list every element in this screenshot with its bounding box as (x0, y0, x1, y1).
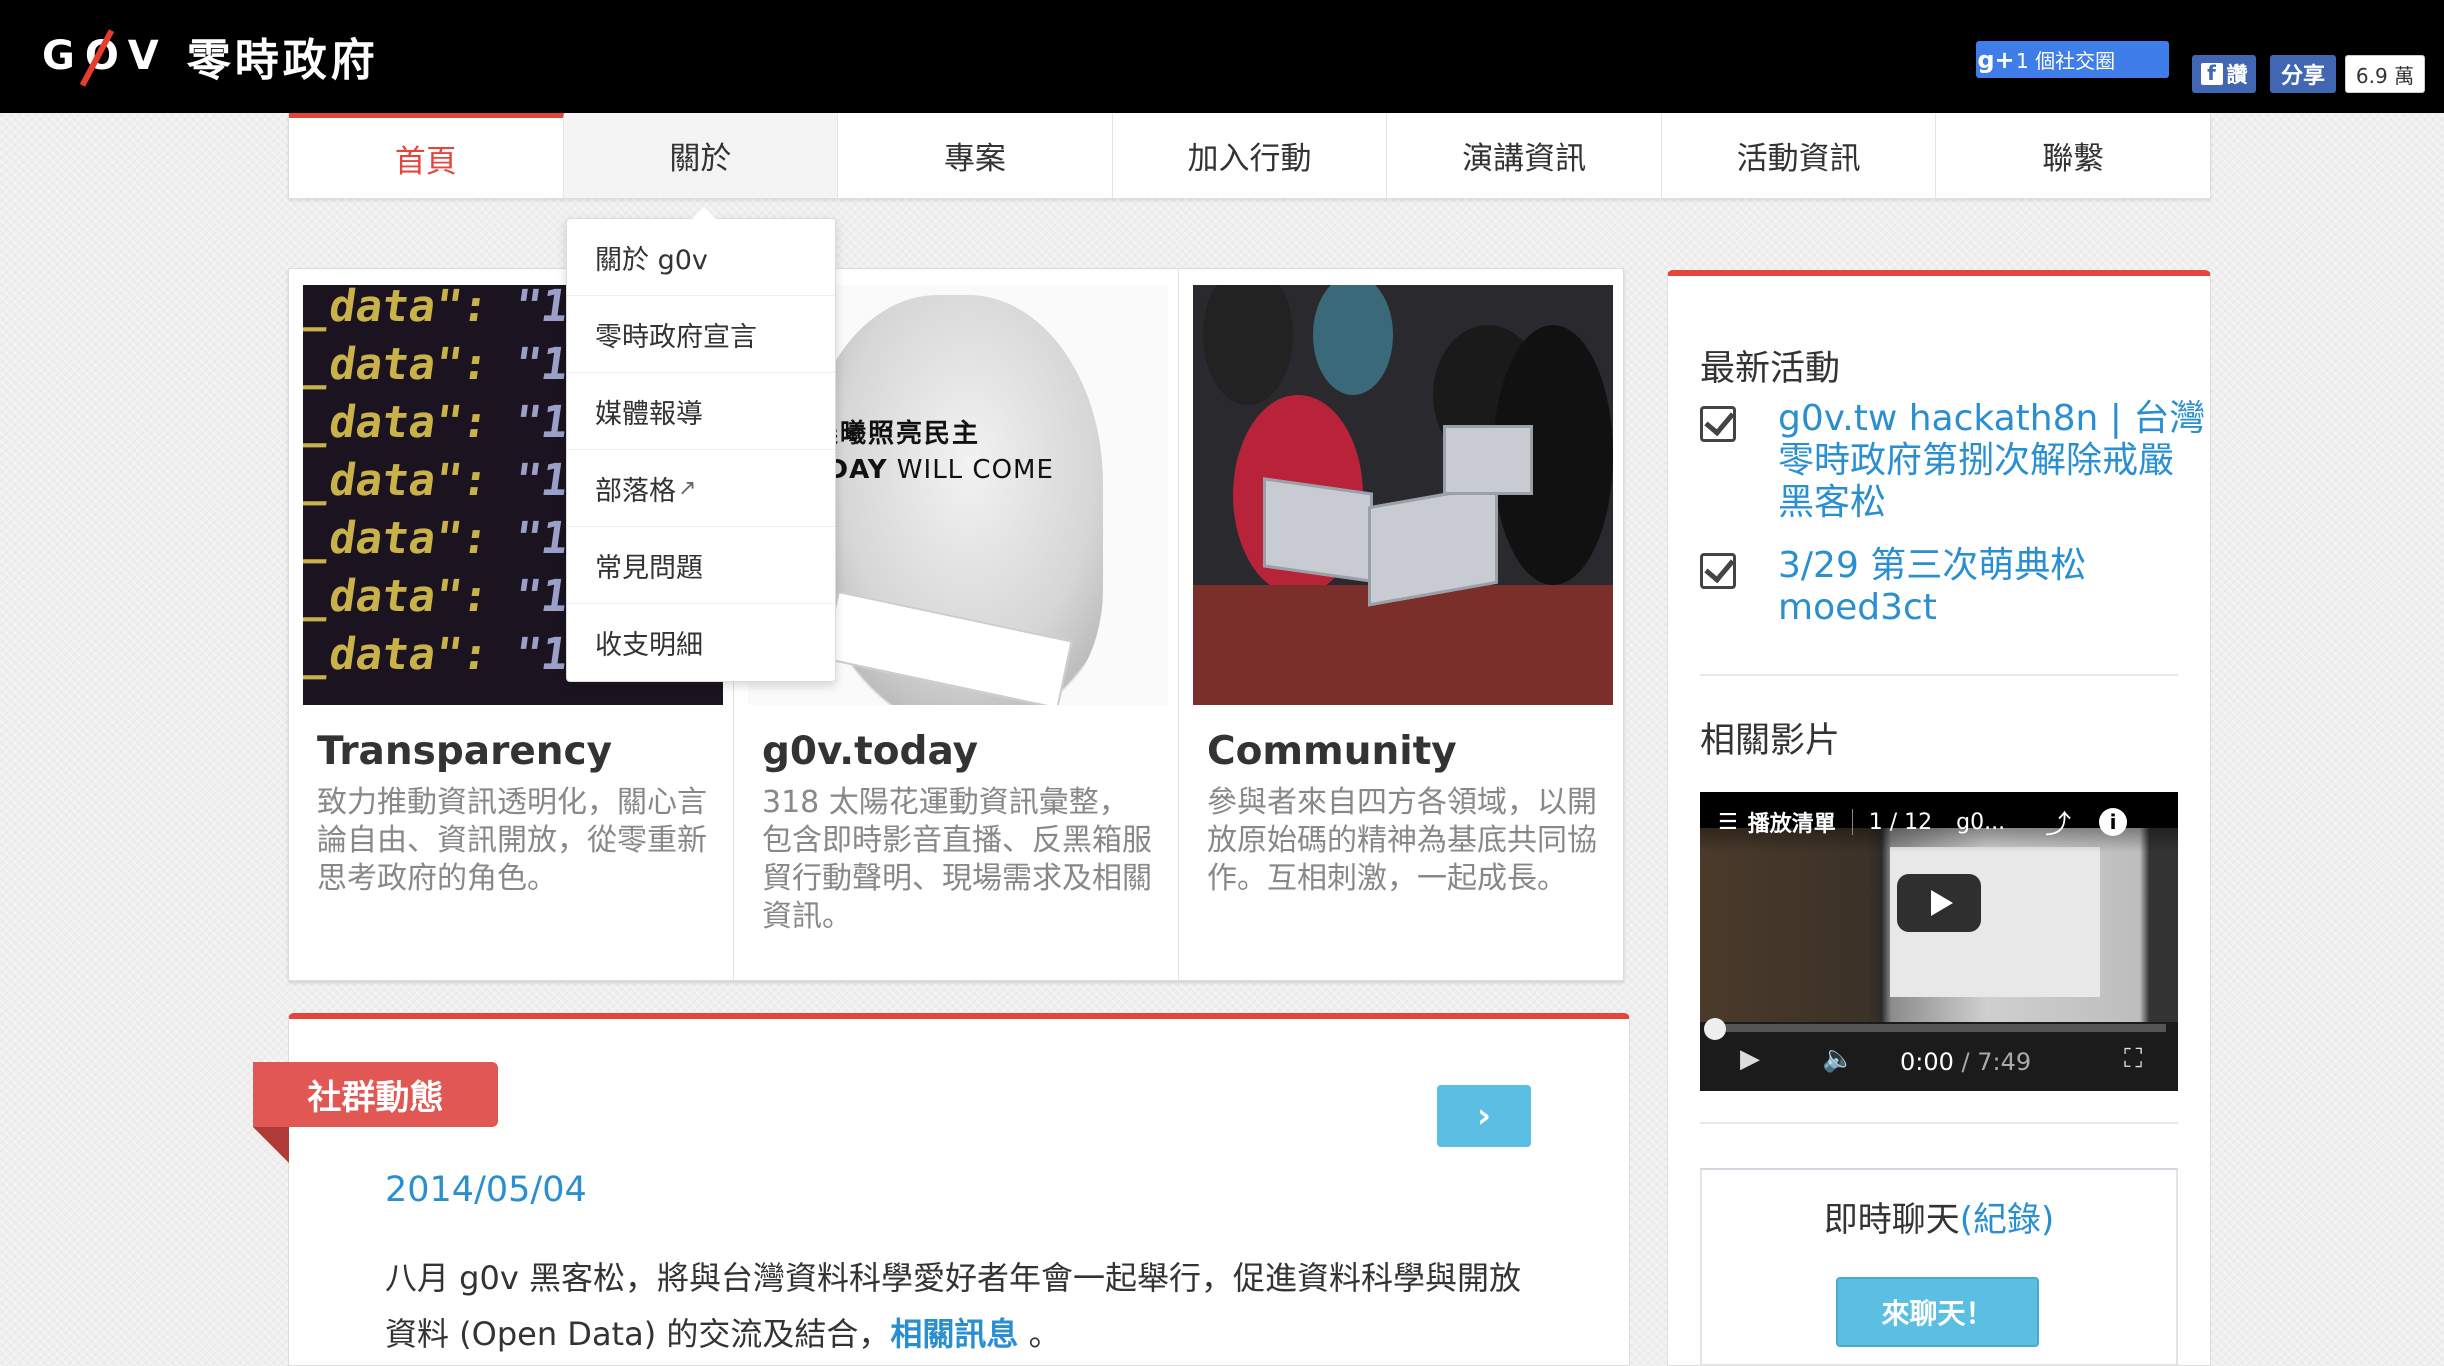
event-item: 3/29 第三次萌典松 moed3ct (1700, 545, 2208, 629)
event-link[interactable]: 3/29 第三次萌典松 moed3ct (1778, 545, 2208, 629)
play-button-icon[interactable] (1897, 874, 1981, 932)
info-icon[interactable]: i (2099, 808, 2128, 836)
facebook-like-label: 讚 (2226, 63, 2248, 87)
sidebar-divider (1700, 1122, 2178, 1124)
ribbon-fold (253, 1127, 289, 1163)
videos-heading: 相關影片 (1700, 721, 1841, 761)
gplus-icon: g+ (1977, 45, 2015, 74)
video-top-bar: ☰ 播放清單 1 / 12 g0... ⤴ i (1700, 792, 2178, 852)
nav-item-events[interactable]: 活動資訊 (1662, 113, 1937, 198)
dropdown-item-media[interactable]: 媒體報導 (567, 373, 835, 450)
nav-item-talks[interactable]: 演講資訊 (1387, 113, 1662, 198)
main-nav: 首頁 關於 專案 加入行動 演講資訊 活動資訊 聯繫 (288, 113, 2211, 199)
dropdown-item-manifesto[interactable]: 零時政府宣言 (567, 296, 835, 373)
logo-mark: GOV (42, 29, 169, 87)
play-icon[interactable]: ▶ (1740, 1044, 1760, 1074)
facebook-like-button[interactable]: f 讚 (2192, 55, 2256, 93)
volume-icon[interactable]: 🔈 (1822, 1044, 1854, 1074)
dropdown-item-finance[interactable]: 收支明細 (567, 604, 835, 681)
feature-title: g0v.today (762, 729, 979, 774)
external-link-icon: ↗ (678, 475, 697, 501)
facebook-share-button[interactable]: 分享 (2270, 55, 2336, 93)
feature-title: Transparency (317, 729, 613, 774)
dropdown-item-blog[interactable]: 部落格 ↗ (567, 450, 835, 527)
video-title[interactable]: g0... (1956, 810, 2005, 835)
feature-community[interactable]: Community 參與者來自四方各領域，以開放原始碼的精神為基底共同協作。互相… (1179, 269, 1623, 980)
nav-item-about[interactable]: 關於 (563, 113, 839, 198)
news-date: 2014/05/04 (385, 1170, 587, 1210)
dropdown-item-label: 部落格 (595, 475, 676, 507)
logo-text: 零時政府 (186, 35, 379, 86)
chat-log-link[interactable]: (紀錄) (1960, 1200, 2055, 1240)
event-item: g0v.tw hackath8n | 台灣零時政府第捌次解除戒嚴黑客松 (1700, 398, 2208, 524)
fullscreen-icon[interactable]: ⛶ (2124, 1044, 2142, 1075)
top-bar: GOV 零時政府 g+ 1 個社交圈 f 讚 分享 6.9 萬 (0, 0, 2444, 113)
playlist-position: 1 / 12 (1868, 809, 1933, 835)
nav-item-join[interactable]: 加入行動 (1113, 113, 1388, 198)
event-link[interactable]: g0v.tw hackath8n | 台灣零時政府第捌次解除戒嚴黑客松 (1778, 398, 2208, 524)
about-dropdown-menu: 關於 g0v 零時政府宣言 媒體報導 部落格 ↗ 常見問題 收支明細 (566, 207, 836, 682)
site-logo[interactable]: GOV 零時政府 (42, 28, 379, 87)
facebook-icon: f (2200, 61, 2223, 85)
playlist-icon[interactable]: ☰ (1718, 810, 1738, 835)
start-chat-button[interactable]: 來聊天！ (1836, 1277, 2039, 1347)
news-text: 八月 g0v 黑客松，將與台灣資料科學愛好者年會一起舉行，促進資料科學與開放資料… (385, 1259, 1521, 1353)
playlist-label[interactable]: 播放清單 (1748, 806, 1836, 838)
community-photo (1193, 285, 1613, 705)
feature-cards: _data": "1020808;\ _data": "1020808;\ _d… (288, 268, 1624, 981)
checkbox-icon (1700, 406, 1736, 442)
facebook-like-count: 6.9 萬 (2345, 55, 2425, 93)
chat-title: 即時聊天(紀錄) (1823, 1200, 2055, 1240)
news-link[interactable]: 相關訊息 (890, 1315, 1018, 1353)
nav-item-projects[interactable]: 專案 (838, 113, 1113, 198)
nav-item-home[interactable]: 首頁 (289, 113, 564, 198)
feature-description: 318 太陽花運動資訊彙整，包含即時影音直播、反黑箱服貿行動聲明、現場需求及相關… (762, 785, 1152, 934)
chevron-right-icon: › (1476, 1096, 1491, 1136)
video-player[interactable]: ☰ 播放清單 1 / 12 g0... ⤴ i ▶ 🔈 0:00 / 7:49 … (1700, 792, 2178, 1091)
gplus-label: 1 個社交圈 (2016, 49, 2116, 73)
checkbox-icon (1700, 553, 1736, 589)
video-time: 0:00 / 7:49 (1900, 1048, 2032, 1076)
sidebar-divider (1700, 674, 2178, 676)
feature-description: 參與者來自四方各領域，以開放原始碼的精神為基底共同協作。互相刺激，一起成長。 (1207, 785, 1597, 896)
next-news-button[interactable]: › (1437, 1085, 1531, 1147)
dropdown-item-faq[interactable]: 常見問題 (567, 527, 835, 604)
community-ribbon: 社群動態 (253, 1062, 498, 1127)
share-icon[interactable]: ⤴ (2045, 804, 2071, 841)
dropdown-item-about-g0v[interactable]: 關於 g0v (567, 219, 835, 296)
feature-description: 致力推動資訊透明化，關心言論自由、資訊開放，從零重新思考政府的角色。 (317, 785, 707, 896)
video-progress-bar[interactable] (1714, 1024, 2166, 1032)
events-heading: 最新活動 (1700, 349, 1841, 389)
video-scrubber-knob[interactable] (1704, 1018, 1726, 1040)
feature-title: Community (1207, 729, 1457, 774)
gplus-button[interactable]: g+ 1 個社交圈 (1976, 41, 2169, 78)
nav-item-contact[interactable]: 聯繫 (1936, 113, 2210, 198)
